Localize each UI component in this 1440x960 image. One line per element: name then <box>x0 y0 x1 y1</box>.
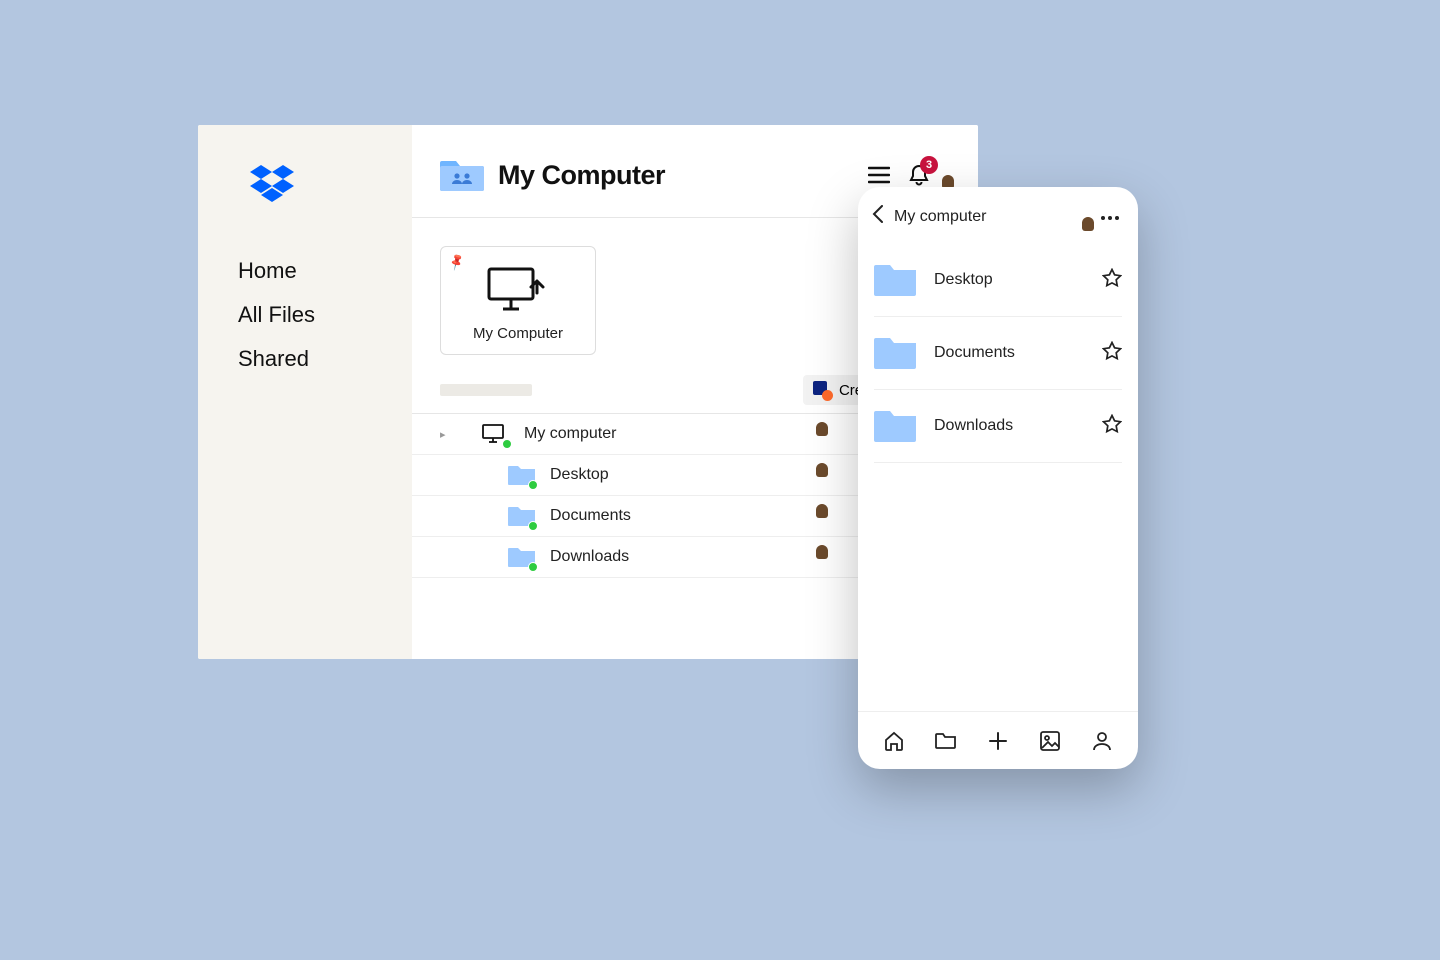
sync-status-icon <box>528 480 538 490</box>
tab-files-icon[interactable] <box>931 731 961 751</box>
tab-photos-icon[interactable] <box>1035 730 1065 752</box>
pin-icon: 📌 <box>447 252 467 272</box>
mobile-list: Desktop Documents Downloads <box>858 244 1138 711</box>
tab-account-icon[interactable] <box>1087 730 1117 752</box>
page-title: My Computer <box>498 160 868 191</box>
folder-icon <box>874 335 918 371</box>
more-icon[interactable] <box>1098 208 1122 226</box>
mobile-header: My computer <box>858 187 1138 244</box>
folder-icon <box>508 463 536 487</box>
star-icon[interactable] <box>1102 341 1122 366</box>
back-icon[interactable] <box>872 205 884 228</box>
folder-icon <box>874 262 918 298</box>
mobile-list-row[interactable]: Documents <box>874 317 1122 390</box>
row-name: Documents <box>550 507 710 525</box>
mobile-row-name: Desktop <box>934 271 1086 289</box>
sync-status-icon <box>528 562 538 572</box>
star-icon[interactable] <box>1102 414 1122 439</box>
row-name: My computer <box>524 425 684 443</box>
sidebar-item-home[interactable]: Home <box>238 258 412 284</box>
row-name: Desktop <box>550 466 710 484</box>
folder-icon <box>508 545 536 569</box>
notification-badge: 3 <box>920 156 938 174</box>
shared-folder-icon <box>440 157 484 193</box>
menu-icon[interactable] <box>868 166 890 184</box>
create-icon <box>813 381 831 399</box>
tab-add-icon[interactable] <box>983 730 1013 752</box>
mobile-row-name: Documents <box>934 344 1086 362</box>
computer-icon <box>482 422 510 446</box>
row-owner-avatar[interactable] <box>822 545 846 569</box>
row-owner-avatar[interactable] <box>822 504 846 528</box>
expand-caret-icon[interactable]: ▸ <box>440 428 454 441</box>
mobile-row-name: Downloads <box>934 417 1086 435</box>
mobile-title: My computer <box>894 208 1078 226</box>
toolbar-placeholder <box>440 384 532 396</box>
mobile-tabbar <box>858 711 1138 769</box>
sidebar-nav: Home All Files Shared <box>198 258 412 372</box>
computer-sync-icon <box>485 265 551 315</box>
my-computer-card[interactable]: 📌 My Computer <box>440 246 596 355</box>
sidebar-item-shared[interactable]: Shared <box>238 346 412 372</box>
row-name: Downloads <box>550 548 710 566</box>
dropbox-logo[interactable] <box>198 165 412 208</box>
tab-home-icon[interactable] <box>879 730 909 752</box>
folder-icon <box>508 504 536 528</box>
mobile-list-row[interactable]: Desktop <box>874 244 1122 317</box>
sync-status-icon <box>528 521 538 531</box>
sync-status-icon <box>502 439 512 449</box>
star-icon[interactable] <box>1102 268 1122 293</box>
sidebar-item-allfiles[interactable]: All Files <box>238 302 412 328</box>
sidebar: Home All Files Shared <box>198 125 412 659</box>
folder-icon <box>874 408 918 444</box>
mobile-window: My computer Desktop Documents <box>858 187 1138 769</box>
mobile-list-row[interactable]: Downloads <box>874 390 1122 463</box>
card-label: My Computer <box>451 325 585 342</box>
notifications-icon[interactable]: 3 <box>908 163 930 187</box>
row-owner-avatar[interactable] <box>822 422 846 446</box>
row-owner-avatar[interactable] <box>822 463 846 487</box>
